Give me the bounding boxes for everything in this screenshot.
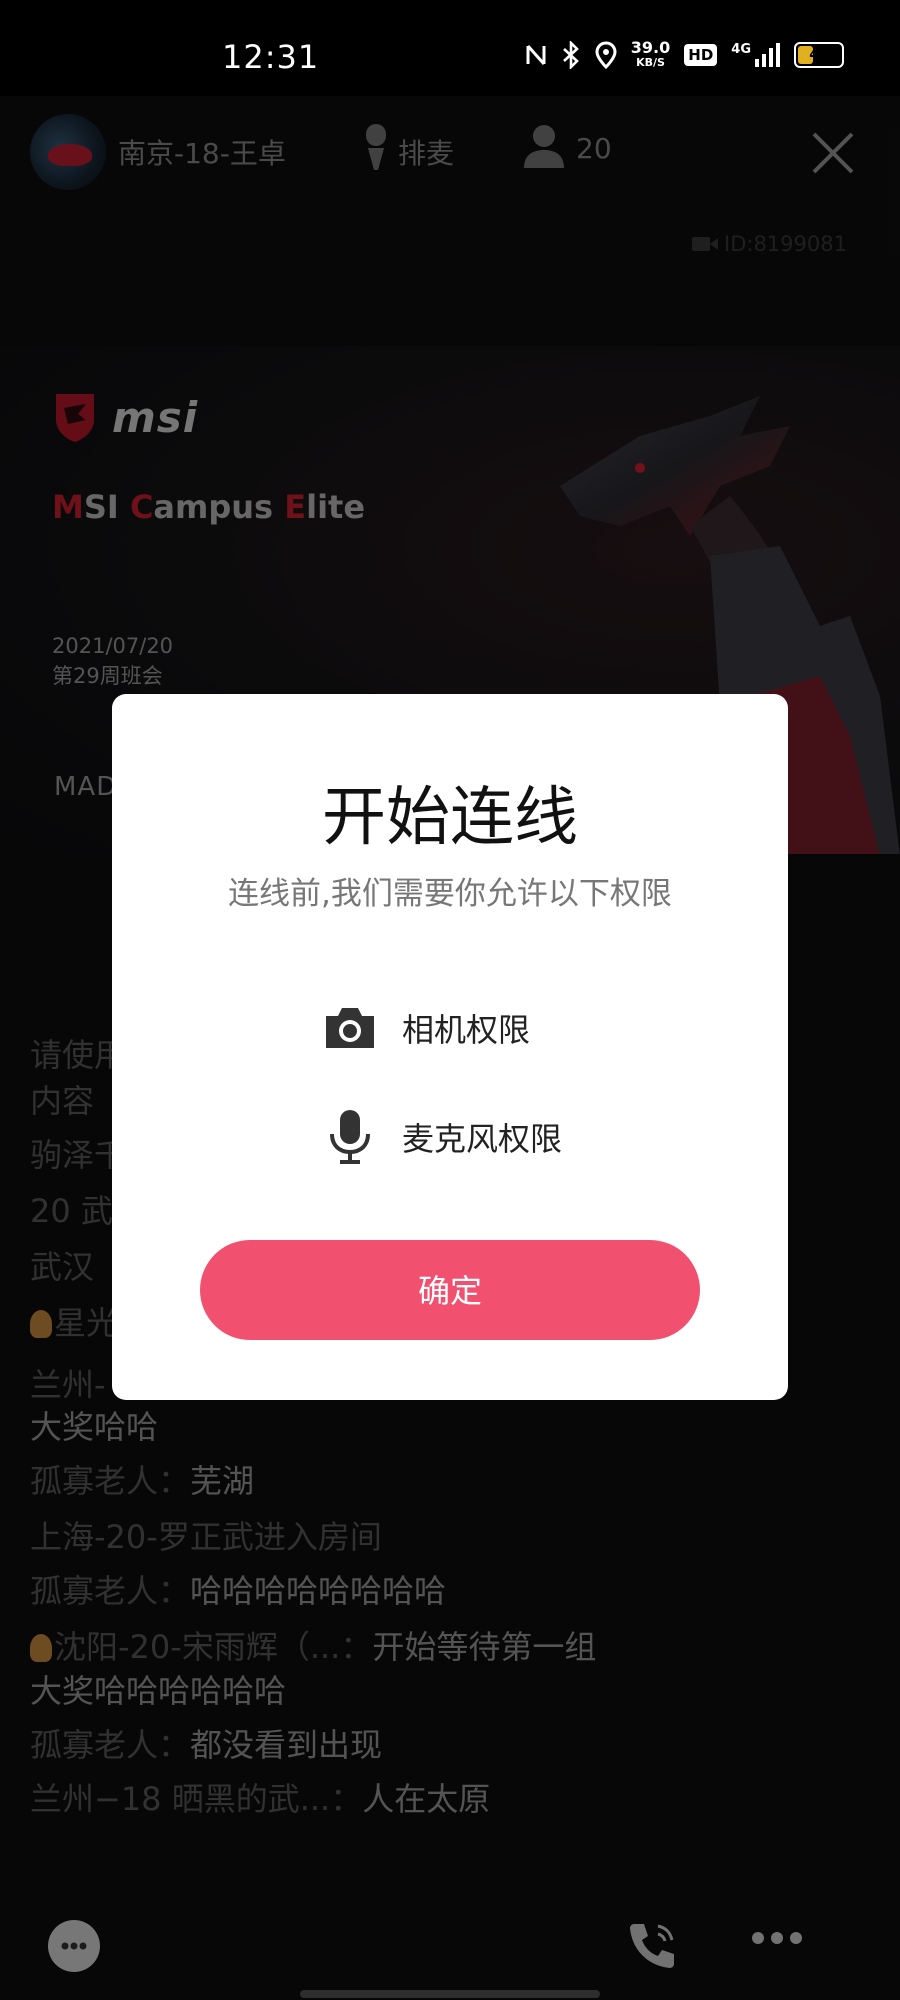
- hd-badge: HD: [684, 44, 718, 66]
- microphone-permission-item: 麦克风权限: [322, 1108, 562, 1166]
- status-icons: 39.0 KB/S HD 4G 40: [525, 40, 844, 70]
- confirm-button[interactable]: 确定: [200, 1240, 700, 1340]
- dialog-title: 开始连线: [322, 781, 578, 855]
- camera-icon: [326, 1008, 374, 1048]
- battery-icon: 40: [794, 42, 844, 68]
- microphone-icon: [330, 1110, 370, 1164]
- network-speed: 39.0 KB/S: [631, 40, 670, 70]
- status-time: 12:31: [222, 38, 320, 76]
- bluetooth-icon: [562, 41, 579, 69]
- network-speed-value: 39.0: [630, 38, 671, 57]
- signal-indicator: 4G: [731, 42, 780, 68]
- battery-level: 40: [809, 47, 829, 63]
- connect-permission-dialog: 开始连线 连线前,我们需要你允许以下权限 相机权限 麦克风权限 确定: [112, 694, 788, 1400]
- microphone-permission-label: 麦克风权限: [402, 1120, 563, 1158]
- camera-permission-label: 相机权限: [402, 1011, 531, 1049]
- dialog-subtitle: 连线前,我们需要你允许以下权限: [228, 876, 672, 912]
- location-icon: [595, 41, 617, 69]
- network-speed-unit: KB/S: [636, 56, 665, 69]
- nfc-icon: [526, 45, 546, 65]
- signal-icon: [755, 43, 780, 67]
- camera-permission-item: 相机权限: [322, 1004, 530, 1052]
- status-bar: 12:31 39.0 KB/S HD 4G 40: [0, 0, 900, 96]
- network-type: 4G: [731, 42, 751, 57]
